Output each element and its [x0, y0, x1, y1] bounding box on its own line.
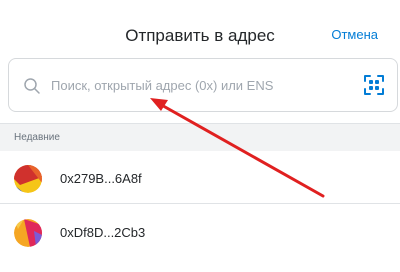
account-avatar-icon: [14, 165, 42, 193]
recent-address: 0xDf8D...2Cb3: [60, 225, 146, 240]
recent-section-label: Недавние: [14, 132, 60, 143]
recent-section-header: Недавние: [0, 124, 400, 151]
recent-item[interactable]: 0x279B...6A8f: [0, 152, 400, 204]
search-icon: [24, 78, 40, 94]
account-avatar-icon: [14, 219, 42, 247]
recent-address: 0x279B...6A8f: [60, 171, 142, 186]
recent-item[interactable]: 0xDf8D...2Cb3: [0, 206, 400, 258]
qr-scan-icon[interactable]: [363, 74, 385, 96]
cancel-button[interactable]: Отмена: [331, 27, 378, 42]
header: Отправить в адрес Отмена: [0, 0, 400, 58]
search-box[interactable]: [8, 58, 398, 112]
search-input[interactable]: [51, 59, 351, 111]
